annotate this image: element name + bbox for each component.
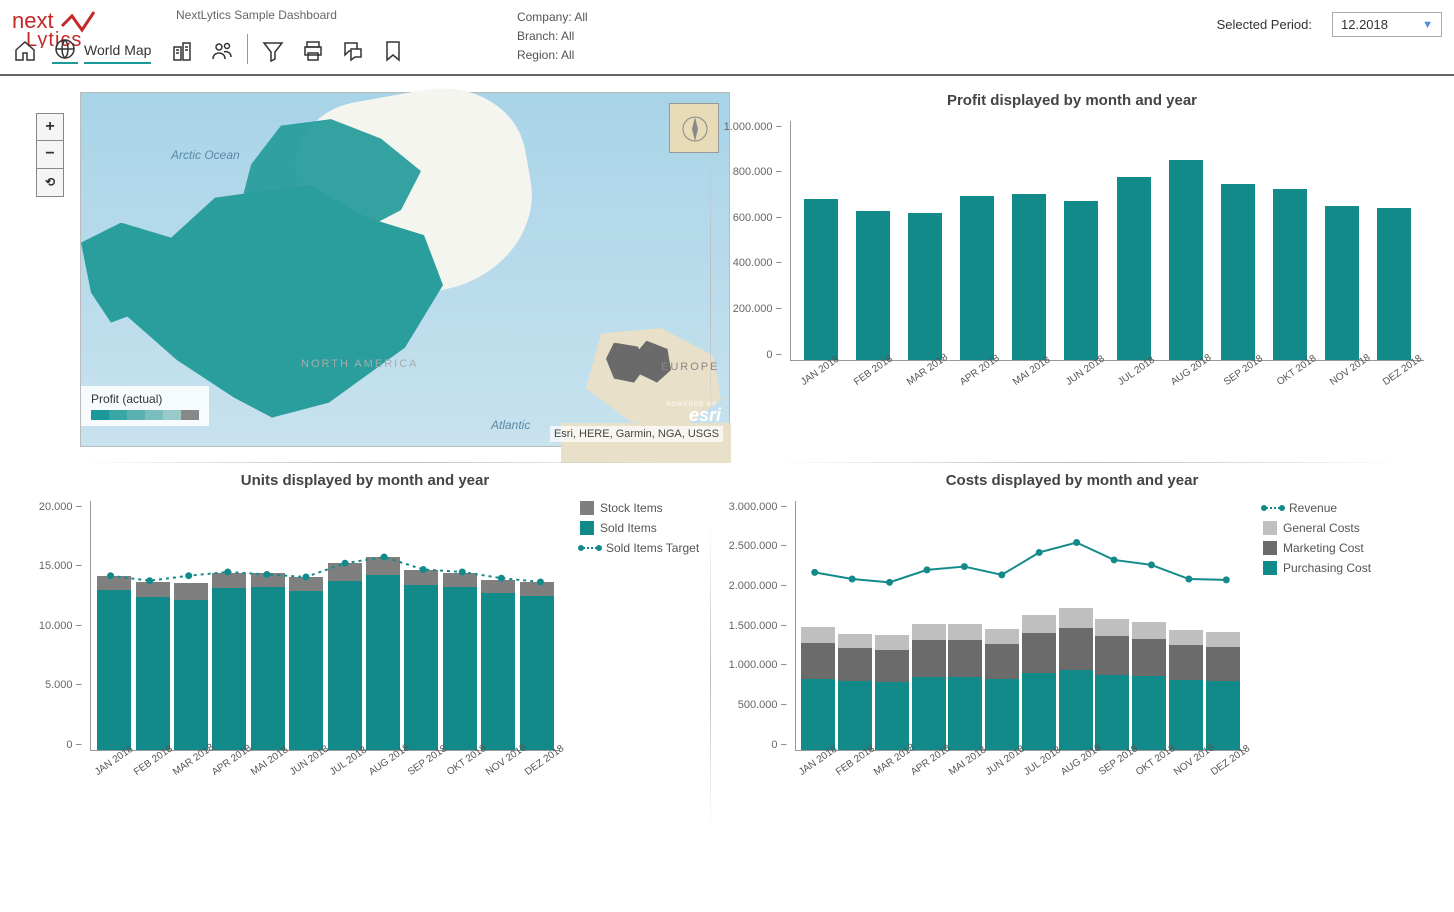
bar-profit-1[interactable]: [856, 121, 890, 360]
filter-region: Region: All: [517, 46, 1217, 65]
profit-chart-panel: Profit displayed by month and year 1.000…: [710, 82, 1434, 462]
units-chart-title: Units displayed by month and year: [30, 472, 700, 489]
bookmark-icon[interactable]: [380, 38, 406, 64]
costs-chart-panel: Costs displayed by month and year 3.000.…: [710, 462, 1434, 862]
filter-branch: Branch: All: [517, 27, 1217, 46]
filter-company: Company: All: [517, 8, 1217, 27]
period-selector: Selected Period: 12.2018 ▼: [1217, 12, 1442, 37]
filter-icon[interactable]: [260, 38, 286, 64]
profit-x-axis: JAN 2018FEB 2018MAR 2018APR 2018MAI 2018…: [720, 367, 1424, 390]
bar-profit-6[interactable]: [1117, 121, 1151, 360]
bar-profit-4[interactable]: [1012, 121, 1046, 360]
world-map[interactable]: + − ⟲ Arctic Ocean Atlantic NORTH AMERIC…: [80, 92, 730, 447]
costs-chart-title: Costs displayed by month and year: [720, 472, 1424, 489]
zoom-home-button[interactable]: ⟲: [36, 169, 64, 197]
print-icon[interactable]: [300, 38, 326, 64]
label-atlantic: Atlantic: [491, 418, 530, 432]
legend-item[interactable]: Sold Items: [580, 521, 699, 535]
users-icon[interactable]: [209, 38, 235, 64]
label-arctic-ocean: Arctic Ocean: [171, 148, 240, 162]
units-chart-panel: Units displayed by month and year 20.000…: [20, 462, 710, 862]
tab-world-map[interactable]: World Map: [84, 42, 151, 64]
units-y-axis: 20.000 −15.000 −10.000 −5.000 −0 −: [30, 501, 90, 751]
chevron-down-icon: ▼: [1422, 19, 1433, 31]
units-x-axis: JAN 2018FEB 2018MAR 2018APR 2018MAI 2018…: [30, 757, 560, 780]
bar-profit-8[interactable]: [1221, 121, 1255, 360]
profit-chart-title: Profit displayed by month and year: [720, 92, 1424, 109]
legend-item[interactable]: General Costs: [1263, 521, 1371, 535]
costs-plot[interactable]: [795, 501, 1245, 751]
bar-profit-11[interactable]: [1377, 121, 1411, 360]
globe-icon[interactable]: [52, 38, 78, 64]
panel-divider: [710, 522, 711, 832]
legend-item[interactable]: Sold Items Target: [580, 541, 699, 555]
map-attribution: Esri, HERE, Garmin, NGA, USGS: [550, 426, 723, 442]
app-title: NextLytics Sample Dashboard: [176, 8, 337, 24]
costs-legend: Revenue General Costs Marketing Cost Purcha…: [1263, 501, 1371, 751]
bar-profit-10[interactable]: [1325, 121, 1359, 360]
costs-y-axis: 3.000.000 −2.500.000 −2.000.000 −1.500.0…: [720, 501, 795, 751]
legend-item[interactable]: Revenue: [1263, 501, 1371, 515]
period-value: 12.2018: [1341, 17, 1388, 32]
map-zoom-controls: + − ⟲: [36, 113, 64, 197]
buildings-icon[interactable]: [169, 38, 195, 64]
map-panel: + − ⟲ Arctic Ocean Atlantic NORTH AMERIC…: [20, 82, 710, 462]
filter-summary: Company: All Branch: All Region: All: [517, 8, 1217, 66]
dashboard-grid: + − ⟲ Arctic Ocean Atlantic NORTH AMERIC…: [0, 72, 1454, 872]
bar-profit-5[interactable]: [1064, 121, 1098, 360]
panel-divider: [710, 142, 711, 432]
units-plot[interactable]: [90, 501, 560, 751]
toolbar-divider: [247, 34, 248, 64]
legend-item[interactable]: Purchasing Cost: [1263, 561, 1371, 575]
profit-plot[interactable]: [790, 121, 1424, 361]
map-legend-title: Profit (actual): [91, 392, 199, 406]
home-icon[interactable]: [12, 38, 38, 64]
period-dropdown[interactable]: 12.2018 ▼: [1332, 12, 1442, 37]
comment-icon[interactable]: [340, 38, 366, 64]
bar-profit-2[interactable]: [908, 121, 942, 360]
costs-x-axis: JAN 2018FEB 2018MAR 2018APR 2018MAI 2018…: [720, 757, 1245, 780]
bar-profit-7[interactable]: [1169, 121, 1203, 360]
units-legend: Stock Items Sold Items Sold Items Target: [580, 501, 699, 751]
bar-profit-9[interactable]: [1273, 121, 1307, 360]
label-north-america: NORTH AMERICA: [301, 358, 418, 370]
bar-profit-3[interactable]: [960, 121, 994, 360]
zoom-in-button[interactable]: +: [36, 113, 64, 141]
panel-divider: [80, 462, 680, 463]
panel-divider: [770, 462, 1404, 463]
zoom-out-button[interactable]: −: [36, 141, 64, 169]
legend-item[interactable]: Stock Items: [580, 501, 699, 515]
period-label: Selected Period:: [1217, 17, 1312, 32]
map-legend: Profit (actual): [81, 386, 209, 426]
bar-profit-0[interactable]: [804, 121, 838, 360]
legend-item[interactable]: Marketing Cost: [1263, 541, 1371, 555]
profit-y-axis: 1.000.000 −800.000 −600.000 −400.000 −20…: [720, 121, 790, 361]
